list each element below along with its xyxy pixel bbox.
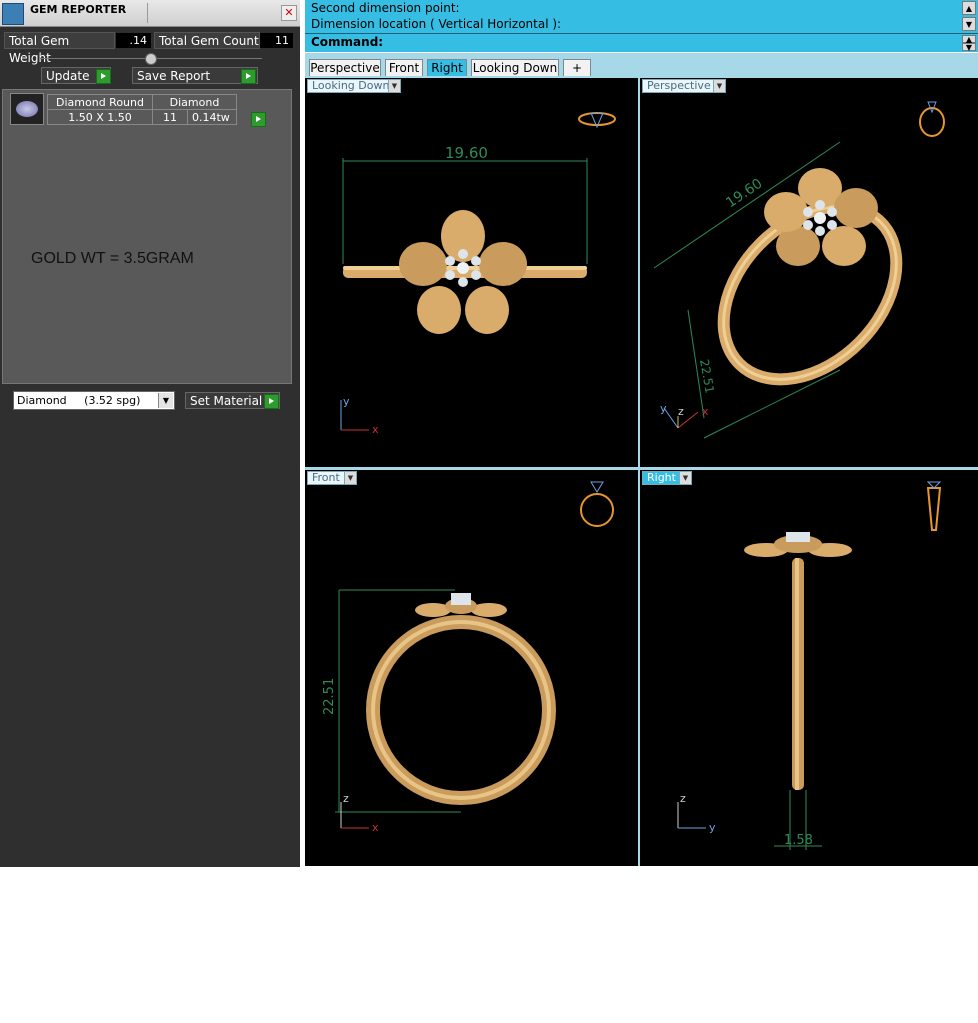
prompt-scroll-down-icon[interactable]: ▼	[962, 43, 976, 52]
prompt-scroll-up-icon[interactable]: ▲	[962, 35, 976, 44]
command-separator	[305, 33, 978, 34]
viewport-label-text: Perspective	[647, 79, 711, 92]
chevron-down-icon[interactable]: ▼	[679, 472, 691, 484]
total-gem-weight-label: Total Gem Weight	[4, 32, 115, 65]
flower-head	[764, 168, 878, 266]
play-arrow-icon	[241, 69, 256, 84]
chevron-down-icon[interactable]: ▼	[158, 393, 173, 408]
dimension-label: 19.60	[445, 144, 488, 162]
gem-table-row: 1.50 X 1.50 11 0.14tw	[47, 109, 237, 125]
perspective-mini-ring-icon	[919, 101, 945, 137]
viewport-label-perspective[interactable]: Perspective ▼	[642, 79, 726, 93]
save-report-button[interactable]: Save Report	[132, 67, 258, 84]
flower-head-side	[744, 532, 852, 557]
scroll-up-icon[interactable]: ▲	[962, 1, 976, 15]
material-select-value: Diamond (3.52 spg)	[17, 394, 141, 407]
viewport-label-text: Looking Down	[312, 79, 390, 92]
play-arrow-icon	[264, 394, 279, 409]
viewport-looking-down[interactable]: 19.60 y x Looking Down ▼	[305, 78, 638, 467]
total-gem-weight-value: .14	[116, 33, 151, 48]
set-material-button-label: Set Material	[190, 394, 263, 408]
viewport-label-front[interactable]: Front ▼	[307, 471, 357, 485]
top-view-render: 19.60 y x	[340, 112, 616, 436]
axis-v-label: z	[680, 792, 686, 805]
dimension-label: 1.58	[784, 833, 813, 848]
perspective-render: 19.60 22.51 y z x	[653, 101, 945, 439]
viewport-tab-strip: Perspective Front Right Looking Down +	[305, 53, 978, 78]
viewport-right[interactable]: 1.58 z y Right ▼	[640, 470, 978, 866]
gem-count-cell: 11	[152, 109, 188, 125]
axis-x-label: x	[702, 405, 709, 418]
ring-band	[366, 615, 556, 805]
command-history-line-1: Second dimension point:	[311, 1, 460, 15]
close-icon[interactable]: ✕	[281, 5, 297, 21]
gem-report-box: Diamond Round Diamond 1.50 X 1.50 11 0.1…	[2, 89, 292, 384]
gem-reporter-icon	[2, 3, 24, 25]
command-prompt[interactable]: Command:	[311, 35, 383, 49]
viewport-label-right[interactable]: Right ▼	[642, 471, 692, 485]
add-tab-icon[interactable]: +	[563, 59, 591, 76]
dimension-label: 22.51	[322, 678, 337, 715]
flower-head	[399, 210, 527, 334]
chevron-down-icon[interactable]: ▼	[344, 472, 356, 484]
gem-reporter-panel: GEM REPORTER ✕ Total Gem Weight .14 Tota…	[0, 0, 300, 867]
ring-band-side	[792, 558, 804, 790]
width-dimension-label: 19.60	[723, 176, 765, 212]
viewport-label-text: Right	[647, 471, 676, 484]
gem-weight-cell: 0.14tw	[187, 109, 237, 125]
right-view-render: 1.58 z y	[677, 481, 942, 850]
command-area: Second dimension point: Dimension locati…	[305, 0, 978, 52]
gold-weight-text: GOLD WT = 3.5GRAM	[31, 250, 194, 267]
top-mini-ring-icon	[578, 112, 616, 129]
gem-type-header: Diamond	[152, 94, 237, 110]
chevron-down-icon[interactable]: ▼	[388, 80, 400, 92]
viewport-label-looking-down[interactable]: Looking Down ▼	[307, 79, 401, 93]
save-report-button-label: Save Report	[137, 69, 211, 83]
front-mini-ring-icon	[580, 481, 614, 527]
axis-h-label: y	[709, 821, 716, 834]
set-material-button[interactable]: Set Material	[185, 392, 280, 409]
scroll-down-icon[interactable]: ▼	[962, 17, 976, 31]
viewport-label-text: Front	[312, 471, 340, 484]
update-button-label: Update	[46, 69, 90, 83]
gem-table: Diamond Round Diamond 1.50 X 1.50 11 0.1…	[47, 94, 237, 125]
flower-head	[415, 593, 507, 617]
viewport-perspective[interactable]: 19.60 22.51 y z x Perspective ▼	[640, 78, 978, 467]
axis-h-label: x	[372, 423, 379, 436]
play-arrow-icon	[96, 69, 111, 84]
gem-reporter-title: GEM REPORTER	[30, 3, 127, 16]
total-gem-count-label: Total Gem Count	[154, 32, 260, 49]
front-view-render: 22.51 z x	[322, 481, 614, 834]
axis-z-label: z	[678, 405, 684, 418]
tab-perspective[interactable]: Perspective	[309, 59, 381, 76]
command-history-line-2: Dimension location ( Vertical Horizontal…	[311, 17, 562, 31]
axis-h-label: x	[372, 821, 379, 834]
viewport-front[interactable]: 22.51 z x Front ▼	[305, 470, 638, 866]
tab-right[interactable]: Right	[427, 59, 467, 76]
gem-table-header: Diamond Round Diamond	[47, 94, 237, 110]
gem-reporter-title-bar: GEM REPORTER ✕	[0, 0, 300, 27]
gem-shape-header: Diamond Round	[47, 94, 153, 110]
material-select[interactable]: Diamond (3.52 spg) ▼	[13, 391, 175, 410]
round-diamond-icon	[10, 93, 44, 125]
gem-size-cell: 1.50 X 1.50	[47, 109, 153, 125]
right-mini-ring-icon	[926, 481, 942, 531]
chevron-down-icon[interactable]: ▼	[713, 80, 725, 92]
axis-v-label: y	[343, 395, 350, 408]
axis-v-label: z	[343, 792, 349, 805]
update-button[interactable]: Update	[41, 67, 111, 84]
tab-looking-down[interactable]: Looking Down	[471, 59, 559, 76]
play-arrow-icon[interactable]	[251, 112, 266, 127]
collapse-knob-icon[interactable]	[145, 53, 157, 65]
title-separator	[147, 3, 148, 23]
tab-front[interactable]: Front	[385, 59, 423, 76]
total-gem-count-value: 11	[260, 33, 293, 48]
axis-y-label: y	[660, 402, 667, 415]
